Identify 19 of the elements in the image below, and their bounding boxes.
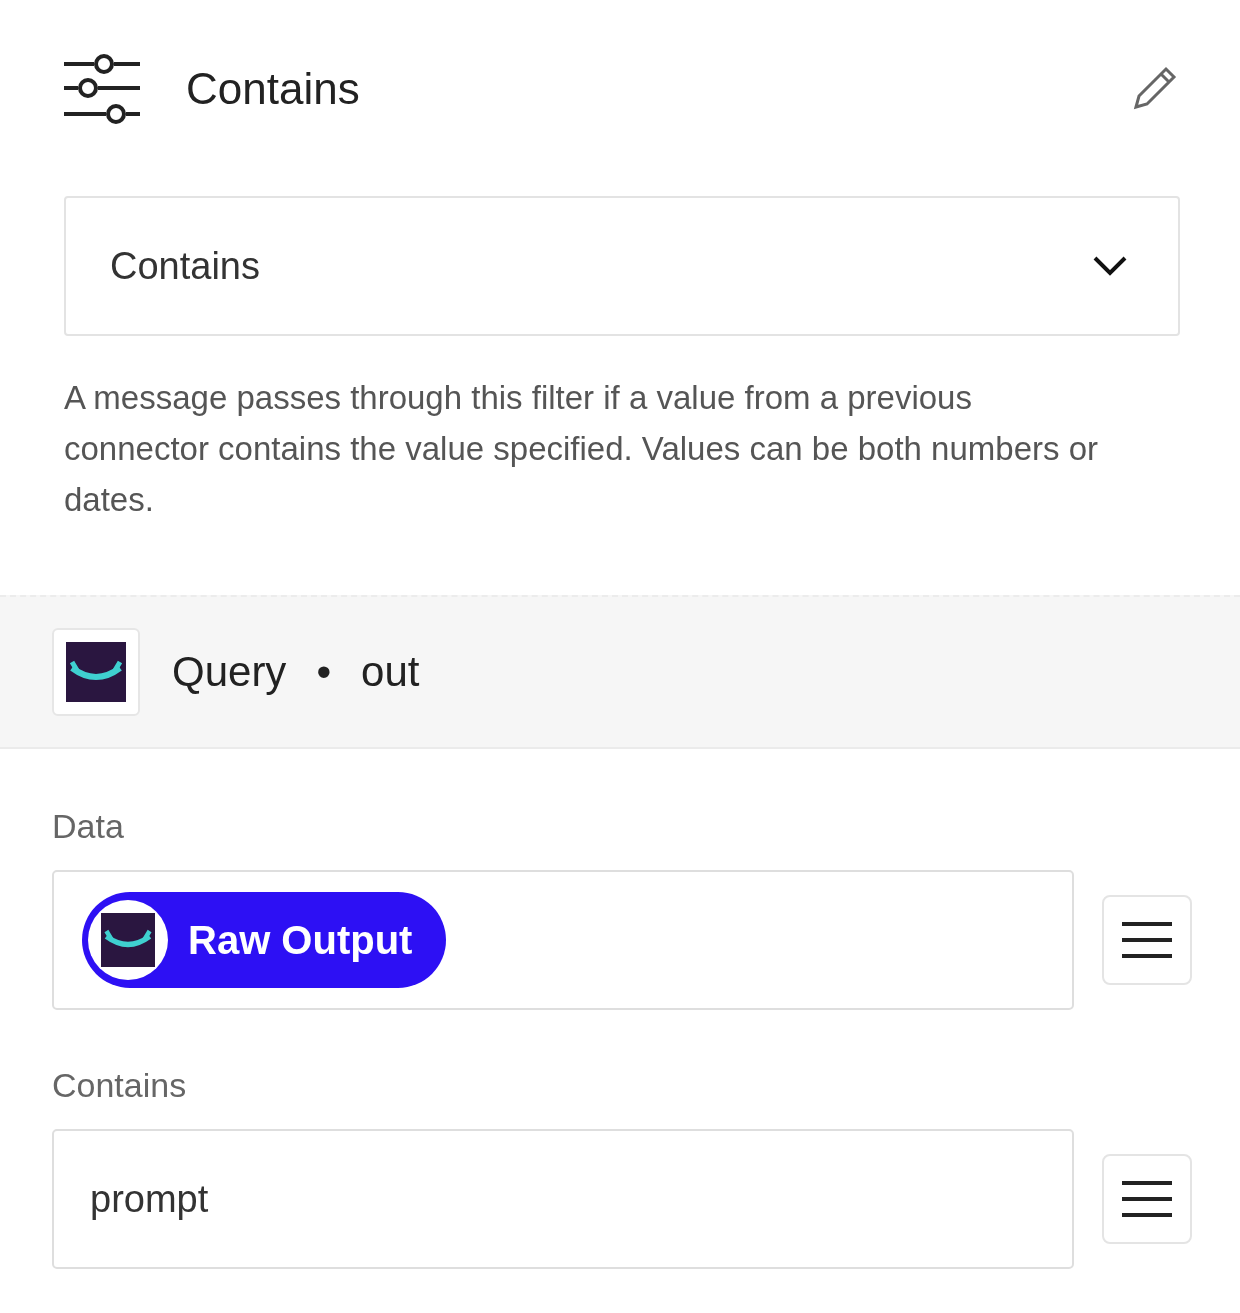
variable-chip[interactable]: Raw Output — [82, 892, 447, 988]
sliders-icon — [62, 54, 142, 124]
menu-icon — [1120, 1179, 1175, 1219]
connector-name: Query — [172, 648, 287, 696]
menu-button[interactable] — [1102, 1154, 1192, 1244]
field-label: Data — [52, 807, 125, 846]
menu-button[interactable] — [1102, 895, 1192, 985]
output-name: out — [361, 648, 420, 696]
menu-icon — [1120, 920, 1175, 960]
input-field[interactable]: Raw Output — [52, 870, 1075, 1010]
separator-dot: • — [316, 648, 332, 696]
field-label: Contains — [52, 1066, 188, 1105]
filter-description: A message passes through this filter if a value from a previous connector contains the value specified. Values can be both numbers or dates. — [64, 378, 1100, 520]
logo-icon — [101, 913, 155, 967]
input-field[interactable]: prompt — [52, 1129, 1075, 1269]
logo-icon — [66, 642, 126, 702]
chevron-down-icon — [1092, 255, 1128, 277]
panel-title: Contains — [186, 64, 361, 114]
operator-select[interactable]: Contains — [64, 196, 1180, 336]
